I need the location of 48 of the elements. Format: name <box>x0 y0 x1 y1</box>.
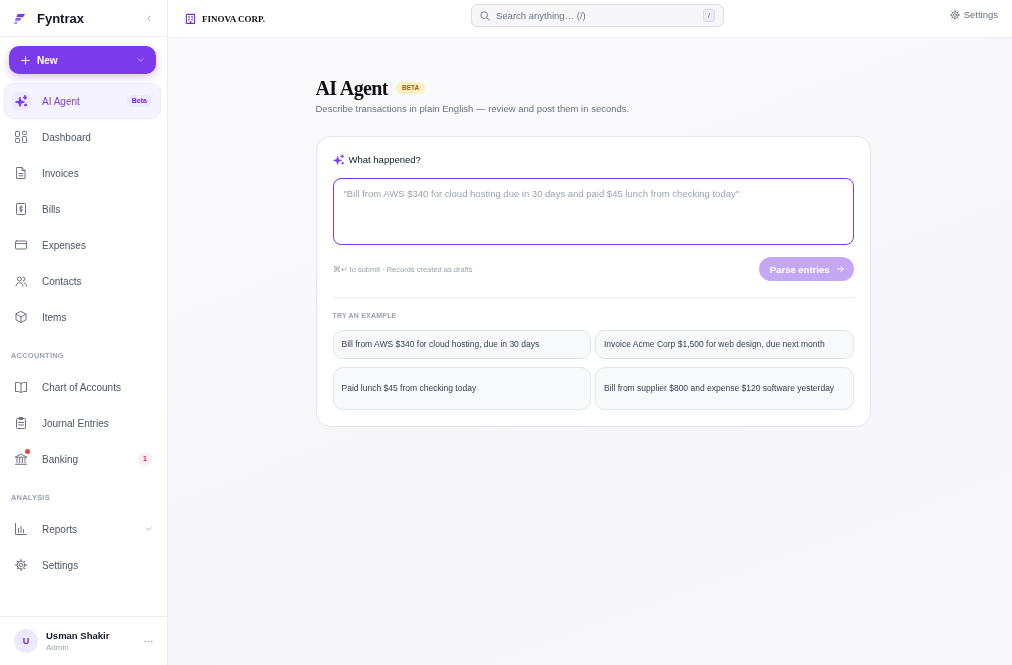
nav-item[interactable]: Dashboard <box>4 119 161 155</box>
users-icon <box>15 275 27 287</box>
example-prompt[interactable]: Bill from supplier $800 and expense $120 software yesterday <box>595 367 854 410</box>
grid-icon <box>15 131 27 143</box>
receipt-icon <box>15 203 27 215</box>
bar-chart-icon <box>15 523 27 535</box>
clipboard-icon <box>15 417 27 429</box>
user-name: Usman Shakir <box>46 630 110 641</box>
organization-name: FINOVA CORP. <box>202 13 265 24</box>
nav-item[interactable]: Journal Entries <box>4 405 161 441</box>
chevron-left-icon[interactable] <box>147 14 151 22</box>
nav-item[interactable]: Settings <box>4 547 161 583</box>
page-subtitle: Describe transactions in plain English — review and post them in seconds. <box>315 103 631 115</box>
sparkles-icon <box>332 153 344 165</box>
nav-item[interactable]: Items <box>4 299 161 335</box>
box-icon <box>15 311 27 323</box>
example-prompt[interactable]: Invoice Acme Corp $1,500 for web design, due next month <box>595 330 854 359</box>
brand-name: Fyntrax <box>37 10 84 26</box>
bank-icon <box>15 453 27 465</box>
settings-icon <box>15 559 27 571</box>
nav-item[interactable]: Invoices <box>4 155 161 191</box>
document-icon <box>15 167 27 179</box>
plus-icon <box>21 55 30 65</box>
nav-item[interactable]: Chart of Accounts <box>4 369 161 405</box>
page-title: AI Agent <box>315 76 388 101</box>
more-icon[interactable] <box>144 639 153 643</box>
search-icon <box>480 10 490 21</box>
nav-item[interactable]: Reports <box>4 511 161 547</box>
chevron-down-icon[interactable] <box>145 527 152 531</box>
arrow-right-icon <box>835 265 844 273</box>
example-prompt[interactable]: Bill from AWS $340 for cloud hosting, due in 30 days <box>332 330 591 359</box>
sparkles-icon <box>12 92 30 110</box>
chevron-down-icon <box>137 58 144 62</box>
nav-item[interactable]: Bills <box>4 191 161 227</box>
settings-icon <box>949 9 960 20</box>
user-avatar: U <box>14 629 38 653</box>
example-prompt[interactable]: Paid lunch $45 from checking today <box>332 367 591 410</box>
brand-logo-icon <box>14 12 25 24</box>
transaction-input[interactable]: "Bill from AWS $340 for cloud hosting due in 30 days and paid $45 lunch from checking today" <box>332 178 854 245</box>
settings-link[interactable]: Settings <box>949 9 998 20</box>
credit-card-icon <box>15 239 27 251</box>
prompt-label: What happened? <box>348 153 421 165</box>
building-icon <box>185 13 196 24</box>
new-button[interactable]: New <box>9 46 156 74</box>
book-icon <box>15 381 27 393</box>
user-role: Admin <box>46 643 70 652</box>
nav-item[interactable]: Contacts <box>4 263 161 299</box>
nav-item[interactable]: Expenses <box>4 227 161 263</box>
